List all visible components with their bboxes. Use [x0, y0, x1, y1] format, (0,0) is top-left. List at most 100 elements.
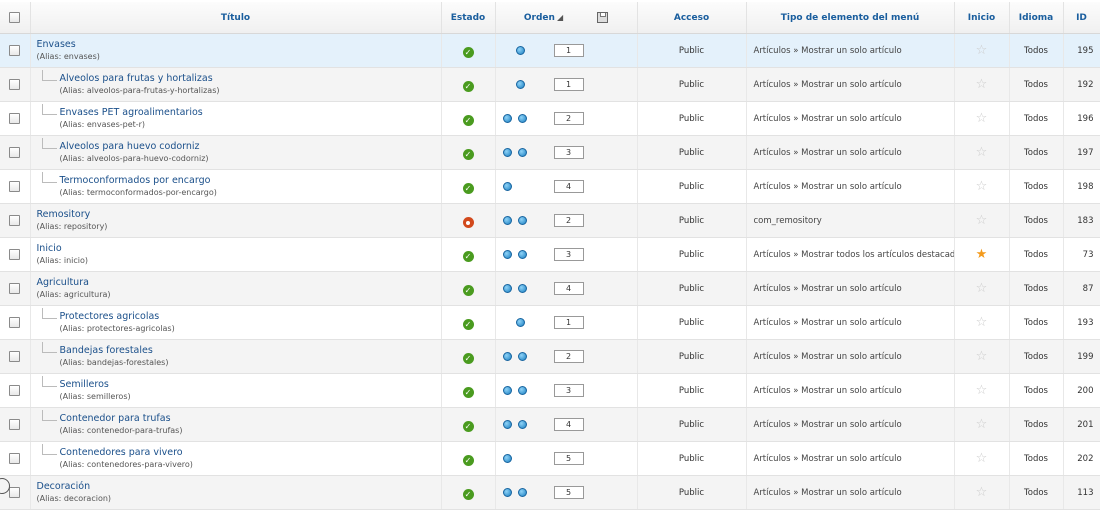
home-star-icon[interactable]: ☆: [976, 145, 988, 160]
move-up-icon[interactable]: [502, 148, 512, 157]
order-input[interactable]: 2: [553, 214, 584, 227]
row-checkbox[interactable]: [9, 453, 21, 464]
order-input[interactable]: 3: [553, 248, 584, 261]
select-all-checkbox[interactable]: [9, 12, 21, 23]
order-input[interactable]: 2: [553, 350, 584, 363]
unpublished-icon[interactable]: [462, 217, 474, 228]
order-input[interactable]: 1: [553, 316, 584, 329]
move-up-icon[interactable]: [502, 352, 512, 361]
row-checkbox[interactable]: [9, 79, 21, 90]
order-input[interactable]: 5: [553, 486, 584, 499]
menu-item-link[interactable]: Agricultura: [37, 276, 111, 289]
move-down-icon[interactable]: [517, 148, 527, 157]
move-down-icon[interactable]: [517, 488, 527, 497]
row-checkbox[interactable]: [9, 181, 21, 192]
order-input[interactable]: 5: [553, 452, 584, 465]
home-star-icon[interactable]: ☆: [976, 383, 988, 398]
move-down-icon[interactable]: [515, 80, 525, 89]
published-check-icon[interactable]: ✓: [462, 353, 474, 364]
published-check-icon[interactable]: ✓: [462, 285, 474, 296]
home-star-icon[interactable]: ☆: [976, 349, 988, 364]
move-down-icon[interactable]: [517, 386, 527, 395]
order-input[interactable]: 3: [553, 146, 584, 159]
home-star-icon[interactable]: ☆: [976, 77, 988, 92]
header-title[interactable]: Título: [30, 2, 442, 34]
order-input[interactable]: 1: [553, 44, 584, 57]
home-star-icon[interactable]: ☆: [976, 213, 988, 228]
home-star-icon[interactable]: ☆: [976, 451, 988, 466]
order-input[interactable]: 2: [553, 112, 584, 125]
header-id[interactable]: ID: [1063, 2, 1100, 34]
row-checkbox[interactable]: [9, 249, 21, 260]
home-star-icon[interactable]: ☆: [976, 281, 988, 296]
row-checkbox[interactable]: [9, 419, 21, 430]
published-check-icon[interactable]: ✓: [462, 115, 474, 126]
move-down-icon[interactable]: [515, 318, 525, 327]
menu-item-link[interactable]: Envases: [37, 38, 100, 51]
move-down-icon[interactable]: [515, 46, 525, 55]
row-checkbox[interactable]: [9, 147, 21, 158]
sort-ascending-icon[interactable]: ◢: [557, 13, 563, 22]
move-down-icon[interactable]: [517, 114, 527, 123]
menu-item-link[interactable]: Protectores agricolas: [60, 310, 175, 323]
published-check-icon[interactable]: ✓: [462, 387, 474, 398]
move-down-icon[interactable]: [517, 420, 527, 429]
home-star-icon[interactable]: ☆: [976, 485, 988, 500]
menu-item-link[interactable]: Decoración: [37, 480, 112, 493]
menu-item-link[interactable]: Termoconformados por encargo: [60, 174, 217, 187]
header-estado[interactable]: Estado: [441, 2, 496, 34]
move-up-icon[interactable]: [502, 216, 512, 225]
published-check-icon[interactable]: ✓: [462, 421, 474, 432]
header-inicio[interactable]: Inicio: [954, 2, 1010, 34]
move-up-icon[interactable]: [502, 284, 512, 293]
move-up-icon[interactable]: [502, 420, 512, 429]
move-down-icon[interactable]: [517, 352, 527, 361]
row-checkbox[interactable]: [9, 283, 21, 294]
published-check-icon[interactable]: ✓: [462, 319, 474, 330]
move-up-icon[interactable]: [502, 114, 512, 123]
menu-item-link[interactable]: Bandejas forestales: [60, 344, 169, 357]
move-down-icon[interactable]: [517, 216, 527, 225]
menu-item-link[interactable]: Remository: [37, 208, 108, 221]
row-checkbox[interactable]: [9, 385, 21, 396]
menu-item-link[interactable]: Inicio: [37, 242, 89, 255]
published-check-icon[interactable]: ✓: [462, 149, 474, 160]
row-checkbox[interactable]: [9, 113, 21, 124]
row-checkbox[interactable]: [9, 317, 21, 328]
header-tipo[interactable]: Tipo de elemento del menú: [746, 2, 955, 34]
menu-item-link[interactable]: Envases PET agroalimentarios: [60, 106, 203, 119]
move-down-icon[interactable]: [517, 250, 527, 259]
published-check-icon[interactable]: ✓: [462, 81, 474, 92]
home-star-icon[interactable]: ☆: [976, 111, 988, 126]
order-input[interactable]: 4: [553, 180, 584, 193]
published-check-icon[interactable]: ✓: [462, 251, 474, 262]
home-star-icon[interactable]: ☆: [976, 43, 988, 58]
save-order-icon[interactable]: [597, 12, 609, 23]
menu-item-link[interactable]: Alveolos para huevo codorniz: [60, 140, 209, 153]
home-star-icon[interactable]: ☆: [976, 417, 988, 432]
published-check-icon[interactable]: ✓: [462, 47, 474, 58]
menu-item-link[interactable]: Contenedor para trufas: [60, 412, 183, 425]
order-input[interactable]: 4: [553, 282, 584, 295]
published-check-icon[interactable]: ✓: [462, 455, 474, 466]
menu-item-link[interactable]: Contenedores para vivero: [60, 446, 193, 459]
header-orden[interactable]: Orden: [524, 13, 555, 23]
menu-item-link[interactable]: Alveolos para frutas y hortalizas: [60, 72, 220, 85]
move-up-icon[interactable]: [502, 182, 512, 191]
home-star-icon[interactable]: ☆: [976, 179, 988, 194]
row-checkbox[interactable]: [9, 487, 21, 498]
header-idioma[interactable]: Idioma: [1009, 2, 1064, 34]
row-checkbox[interactable]: [9, 215, 21, 226]
home-star-icon[interactable]: ☆: [976, 315, 988, 330]
move-up-icon[interactable]: [502, 250, 512, 259]
move-up-icon[interactable]: [502, 488, 512, 497]
move-down-icon[interactable]: [517, 284, 527, 293]
published-check-icon[interactable]: ✓: [462, 183, 474, 194]
order-input[interactable]: 1: [553, 78, 584, 91]
move-up-icon[interactable]: [502, 454, 512, 463]
header-acceso[interactable]: Acceso: [637, 2, 747, 34]
menu-item-link[interactable]: Semilleros: [60, 378, 131, 391]
order-input[interactable]: 3: [553, 384, 584, 397]
row-checkbox[interactable]: [9, 45, 21, 56]
published-check-icon[interactable]: ✓: [462, 489, 474, 500]
